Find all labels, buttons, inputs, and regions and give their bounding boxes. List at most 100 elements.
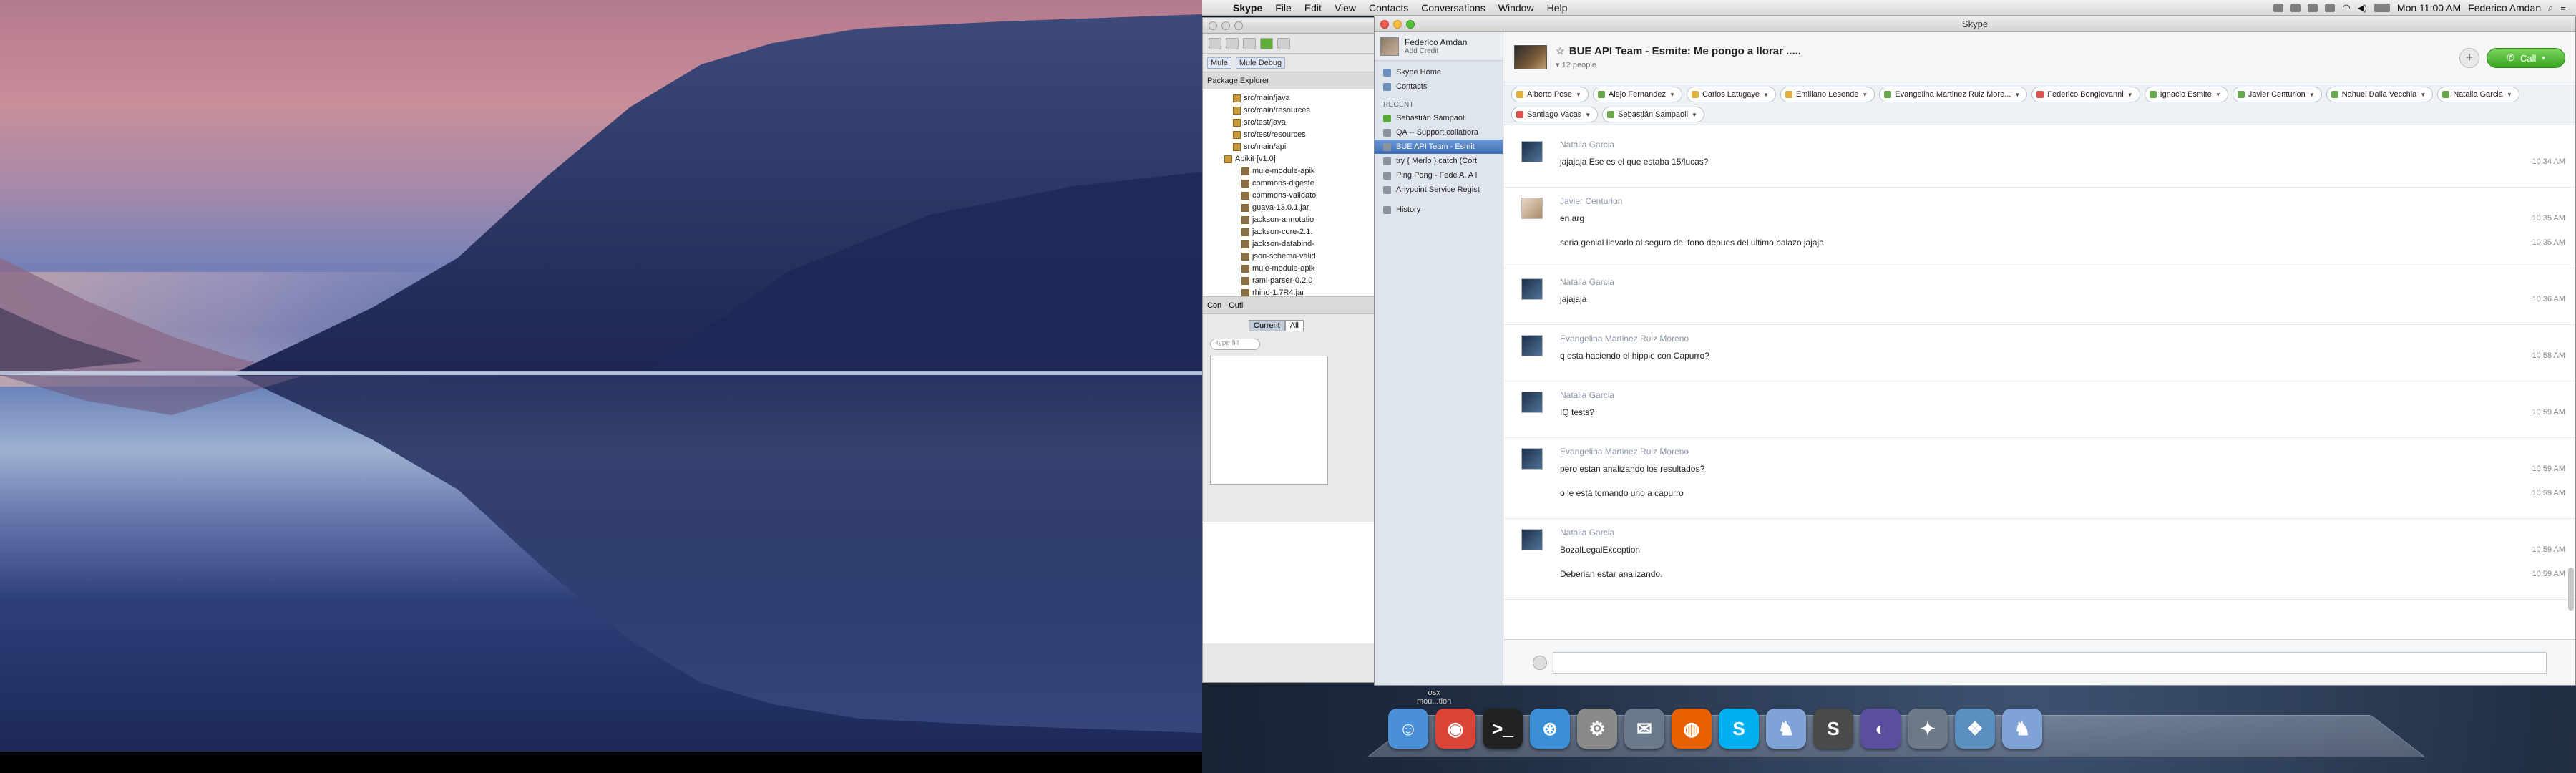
dock-rabbit-icon[interactable]: ♞ — [1766, 709, 1806, 749]
wifi-icon[interactable]: ◠ — [2342, 2, 2350, 14]
menu-clock[interactable]: Mon 11:00 AM — [2397, 2, 2461, 14]
dock-firefox-icon[interactable]: ◍ — [1672, 709, 1712, 749]
dock-skype-icon[interactable]: S — [1719, 709, 1759, 749]
tree-item[interactable]: jackson-core-2.1. — [1224, 226, 1377, 238]
dock-mail-icon[interactable]: ✉ — [1624, 709, 1664, 749]
favorite-star-icon[interactable]: ☆ — [1556, 45, 1565, 57]
menu-file[interactable]: File — [1275, 2, 1292, 14]
participant-pill[interactable]: Carlos Latugaye ▼ — [1686, 87, 1776, 102]
participant-pill[interactable]: Ignacio Esmite ▼ — [2144, 87, 2228, 102]
author-avatar[interactable] — [1521, 141, 1543, 162]
menu-conversations[interactable]: Conversations — [1421, 2, 1485, 14]
minimize-button[interactable] — [1393, 19, 1402, 29]
sidebar-item-history[interactable]: History — [1375, 203, 1503, 217]
tree-item[interactable]: src/main/resources — [1224, 104, 1377, 117]
dock-safari-icon[interactable]: ⊛ — [1530, 709, 1570, 749]
tree-item[interactable]: src/main/api — [1224, 141, 1377, 153]
message-text[interactable]: IQ tests? 10:59 AM — [1560, 407, 2565, 432]
segment-current[interactable]: Current — [1249, 320, 1285, 331]
participant-pill[interactable]: Natalia Garcia ▼ — [2437, 87, 2519, 102]
dock-chrome-icon[interactable]: ◉ — [1435, 709, 1475, 749]
eclipse-minimize-button[interactable] — [1221, 21, 1230, 30]
participant-pill[interactable]: Alberto Pose ▼ — [1511, 87, 1589, 102]
message-text[interactable]: o le está tomando uno a capurro 10:59 AM — [1560, 488, 2565, 512]
eclipse-zoom-button[interactable] — [1234, 21, 1243, 30]
sidebar-item-recent[interactable]: Sebastián Sampaoli — [1375, 111, 1503, 125]
list-icon[interactable]: ≡ — [2560, 2, 2566, 13]
spotlight-icon[interactable]: ⌕ — [2548, 2, 2553, 14]
search-tool-icon[interactable] — [1277, 37, 1290, 49]
perspective-mule[interactable]: Mule — [1207, 57, 1231, 69]
message-text[interactable]: BozalLegalException 10:59 AM — [1560, 545, 2565, 569]
debug-icon[interactable] — [1243, 37, 1256, 49]
dock-terminal-icon[interactable]: >_ — [1483, 709, 1523, 749]
message-author[interactable]: Natalia Garcia — [1560, 390, 2511, 400]
sidebar-item-recent[interactable]: Ping Pong - Fede A. A l — [1375, 168, 1503, 183]
tree-item[interactable]: jackson-annotatio — [1224, 214, 1377, 226]
message-author[interactable]: Evangelina Martinez Ruiz Moreno — [1560, 334, 2511, 344]
message-text[interactable]: en arg 10:35 AM — [1560, 213, 2565, 238]
sidebar-item-recent[interactable]: QA -- Support collabora — [1375, 125, 1503, 140]
participant-pill[interactable]: Alejo Fernandez ▼ — [1592, 87, 1682, 102]
message-author[interactable]: Natalia Garcia — [1560, 277, 2511, 287]
participant-pill[interactable]: Sebastián Sampaoli ▼ — [1602, 107, 1704, 122]
dock-finder-icon[interactable]: ☺ — [1388, 709, 1428, 749]
message-text[interactable]: seria genial llevarlo al seguro del fono… — [1560, 238, 2565, 262]
volume-icon[interactable]: ◀) — [2358, 3, 2367, 13]
tree-item[interactable]: src/main/java — [1224, 92, 1377, 104]
send-file-icon[interactable] — [1533, 655, 1547, 670]
author-avatar[interactable] — [1521, 448, 1543, 470]
tree-item[interactable]: mule-module-apik — [1224, 165, 1377, 178]
tree-item[interactable]: json-schema-valid — [1224, 251, 1377, 263]
filter-input[interactable]: type filt — [1210, 339, 1260, 350]
sidebar-item-skype-home[interactable]: Skype Home — [1375, 65, 1503, 79]
tree-item[interactable]: commons-validato — [1224, 190, 1377, 202]
sidebar-item-recent[interactable]: BUE API Team - Esmit — [1375, 140, 1503, 154]
people-count[interactable]: ▾ 12 people — [1556, 60, 1801, 69]
message-author[interactable]: Natalia Garcia — [1560, 140, 2511, 150]
menu-window[interactable]: Window — [1498, 2, 1534, 14]
dock-rabbit-2-icon[interactable]: ♞ — [2002, 709, 2042, 749]
message-text[interactable]: jajajaja 10:36 AM — [1560, 294, 2565, 319]
author-avatar[interactable] — [1521, 392, 1543, 413]
tree-item[interactable]: Apikit [v1.0] — [1224, 153, 1377, 165]
message-scrollbar[interactable] — [2568, 127, 2574, 639]
sidebar-item-contacts[interactable]: Contacts — [1375, 79, 1503, 94]
author-avatar[interactable] — [1521, 529, 1543, 550]
menu-edit[interactable]: Edit — [1304, 2, 1322, 14]
participant-pill[interactable]: Federico Bongiovanni ▼ — [2031, 87, 2140, 102]
tree-item[interactable]: commons-digeste — [1224, 178, 1377, 190]
segment-all[interactable]: All — [1284, 320, 1304, 331]
profile-status[interactable]: Add Credit — [1405, 47, 1467, 55]
participant-pill[interactable]: Evangelina Martinez Ruiz More... ▼ — [1879, 87, 2028, 102]
battery-icon[interactable] — [2373, 3, 2390, 12]
dock-mule-icon[interactable]: ✦ — [1908, 709, 1948, 749]
tree-item[interactable]: src/test/resources — [1224, 129, 1377, 141]
sidebar-item-recent[interactable]: Anypoint Service Regist — [1375, 183, 1503, 197]
close-button[interactable] — [1380, 19, 1389, 29]
participant-pill[interactable]: Nahuel Dalla Vecchia ▼ — [2326, 87, 2434, 102]
dock-system-preferences-icon[interactable]: ⚙ — [1577, 709, 1617, 749]
profile-header[interactable]: Federico Amdan Add Credit — [1375, 32, 1503, 61]
participant-pill[interactable]: Santiago Vacas ▼ — [1511, 107, 1599, 122]
outline-tab[interactable]: Outl — [1229, 301, 1243, 310]
tree-item[interactable]: mule-module-apik — [1224, 263, 1377, 275]
dock-sublime-text-icon[interactable]: S — [1813, 709, 1853, 749]
author-avatar[interactable] — [1521, 335, 1543, 356]
menu-view[interactable]: View — [1335, 2, 1356, 14]
message-author[interactable]: Natalia Garcia — [1560, 528, 2511, 538]
console-tab[interactable]: Con — [1207, 301, 1221, 310]
participant-pill[interactable]: Javier Centurion ▼ — [2232, 87, 2322, 102]
call-button[interactable]: ✆ Call ▾ — [2487, 48, 2565, 68]
save-icon[interactable] — [1226, 37, 1239, 49]
scrollbar-thumb[interactable] — [2568, 568, 2574, 611]
menu-user[interactable]: Federico Amdan — [2468, 2, 2541, 14]
tree-item[interactable]: rhino-1.7R4.jar — [1224, 287, 1377, 296]
menu-app-name[interactable]: Skype — [1233, 2, 1262, 14]
dock-eclipse-icon[interactable]: ◐ — [1860, 709, 1901, 749]
time-machine-icon[interactable] — [2325, 3, 2336, 12]
author-avatar[interactable] — [1521, 278, 1543, 300]
add-participant-button[interactable]: + — [2459, 48, 2479, 68]
skype-status-icon[interactable] — [2273, 3, 2284, 12]
message-text[interactable]: pero estan analizando los resultados? 10:… — [1560, 464, 2565, 488]
